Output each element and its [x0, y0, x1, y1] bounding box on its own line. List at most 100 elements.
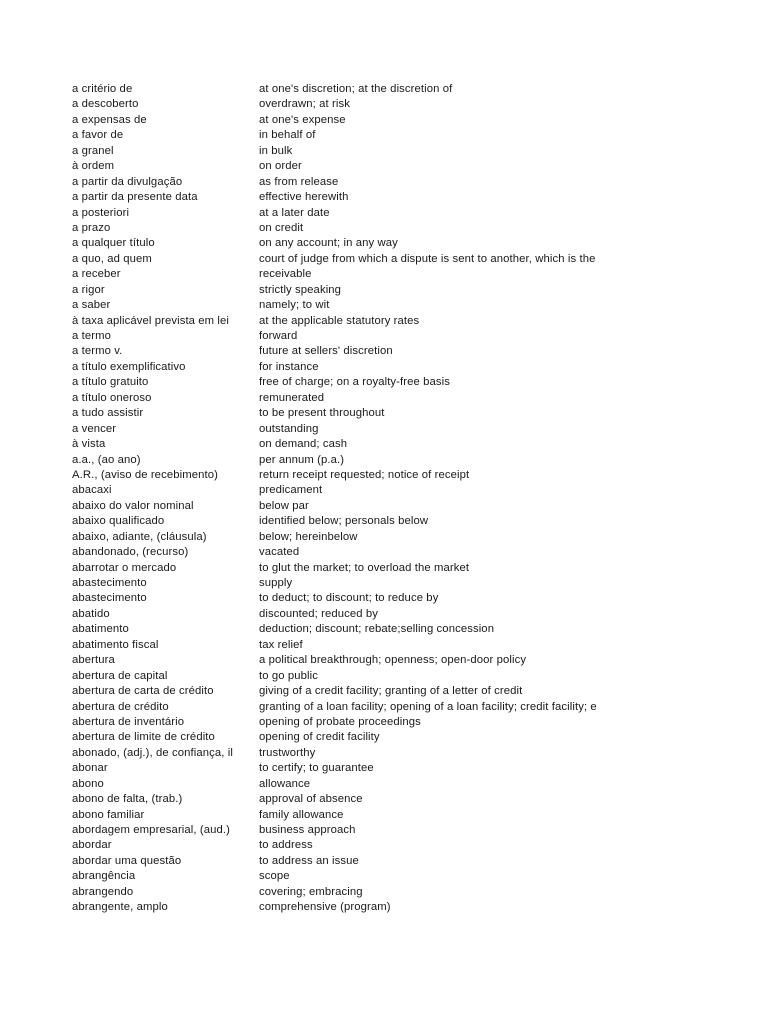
- glossary-entry: abastecimento to deduct; to discount; to …: [72, 591, 638, 606]
- glossary-entry: abordar to address: [72, 838, 638, 853]
- glossary-definition: trustworthy: [259, 746, 316, 759]
- glossary-entry: abastecimento supply: [72, 576, 638, 591]
- glossary-entry: abrangente, amplo comprehensive (program): [72, 900, 638, 915]
- glossary-definition: effective herewith: [259, 191, 349, 204]
- glossary-definition: at one's expense: [259, 113, 346, 126]
- glossary-definition: tax relief: [259, 638, 303, 651]
- glossary-term: a partir da presente data: [72, 191, 198, 204]
- glossary-term: abonar: [72, 762, 108, 775]
- glossary-definition: free of charge; on a royalty-free basis: [259, 376, 451, 389]
- glossary-definition: namely; to wit: [259, 299, 330, 312]
- glossary-term: abandonado, (recurso): [72, 546, 189, 559]
- glossary-entry: a qualquer título on any account; in any …: [72, 236, 638, 251]
- glossary-term: abertura de limite de crédito: [72, 731, 215, 744]
- glossary-definition: discounted; reduced by: [259, 607, 379, 620]
- glossary-definition: below; hereinbelow: [259, 530, 358, 543]
- glossary-entry: a tudo assistir to be present throughout: [72, 406, 638, 421]
- glossary-definition: granting of a loan facility; opening of …: [259, 700, 597, 713]
- glossary-term: abastecimento: [72, 592, 147, 605]
- glossary-term: a qualquer título: [72, 237, 155, 250]
- glossary-definition: per annum (p.a.): [259, 453, 345, 466]
- glossary-entry: abertura a political breakthrough; openne…: [72, 653, 638, 668]
- glossary-definition: vacated: [259, 546, 300, 559]
- glossary-definition: opening of credit facility: [259, 731, 380, 744]
- glossary-term: a termo v.: [72, 345, 123, 358]
- glossary-definition: at one's discretion; at the discretion o…: [259, 83, 453, 95]
- glossary-term: abordagem empresarial, (aud.): [72, 824, 230, 836]
- glossary-entry: abarrotar o mercado to glut the market; t…: [72, 561, 638, 576]
- glossary-term: abertura: [72, 654, 115, 667]
- glossary-definition: on credit: [259, 221, 304, 234]
- glossary-entry: abordagem empresarial, (aud.) business ap…: [72, 823, 638, 838]
- glossary-definition: business approach: [259, 824, 356, 836]
- glossary-term: a posteriori: [72, 206, 130, 219]
- glossary-term: abono familiar: [72, 808, 145, 821]
- glossary-entry: abertura de capital to go public: [72, 669, 638, 684]
- glossary-entry: abrangendo covering; embracing: [72, 885, 638, 900]
- glossary-definition: to go public: [259, 669, 318, 682]
- glossary-term: a tudo assistir: [72, 407, 144, 420]
- glossary-entry: abacaxi predicament: [72, 483, 638, 498]
- glossary-entry-list: a critério de at one's discretion; at the…: [72, 82, 638, 916]
- glossary-entry: abertura de limite de crédito opening of …: [72, 730, 638, 745]
- glossary-entry: abrangência scope: [72, 869, 638, 884]
- glossary-term: à taxa aplicável prevista em lei: [72, 314, 230, 327]
- glossary-definition: below par: [259, 499, 309, 512]
- glossary-term: abaixo qualificado: [72, 515, 165, 528]
- glossary-definition: to glut the market; to overload the mark…: [259, 561, 470, 574]
- glossary-term: abarrotar o mercado: [72, 561, 177, 574]
- glossary-term: abonado, (adj.), de confiança, il: [72, 746, 233, 759]
- glossary-term: abertura de inventário: [72, 715, 185, 728]
- glossary-entry: abonar to certify; to guarantee: [72, 761, 638, 776]
- glossary-term: abrangência: [72, 870, 136, 883]
- glossary-entry: a descoberto overdrawn; at risk: [72, 97, 638, 112]
- glossary-definition: receivable: [259, 268, 312, 281]
- glossary-term: a título exemplificativo: [72, 360, 186, 373]
- glossary-term: a título gratuito: [72, 376, 149, 389]
- glossary-term: a favor de: [72, 129, 124, 142]
- glossary-term: à vista: [72, 438, 106, 451]
- glossary-definition: to address: [259, 839, 313, 852]
- glossary-term: a prazo: [72, 221, 111, 234]
- glossary-entry: a título oneroso remunerated: [72, 391, 638, 406]
- glossary-entry: a título gratuito free of charge; on a ro…: [72, 375, 638, 390]
- glossary-entry: abatido discounted; reduced by: [72, 607, 638, 622]
- glossary-entry: abaixo qualificado identified below; pers…: [72, 514, 638, 529]
- glossary-definition: for instance: [259, 360, 319, 373]
- glossary-term: abastecimento: [72, 577, 147, 589]
- glossary-term: a saber: [72, 299, 111, 312]
- glossary-term: abrangente, amplo: [72, 901, 168, 914]
- glossary-definition: predicament: [259, 484, 323, 497]
- glossary-entry: abono de falta, (trab.) approval of absen…: [72, 792, 638, 807]
- glossary-term: abono de falta, (trab.): [72, 793, 183, 806]
- glossary-definition: covering; embracing: [259, 885, 363, 898]
- glossary-entry: abaixo do valor nominal below par: [72, 499, 638, 514]
- glossary-definition: in bulk: [259, 144, 293, 157]
- glossary-term: abordar: [72, 839, 112, 852]
- glossary-definition: strictly speaking: [259, 283, 342, 296]
- glossary-entry: abandonado, (recurso) vacated: [72, 545, 638, 560]
- glossary-definition: allowance: [259, 777, 311, 790]
- glossary-entry: a granel in bulk: [72, 144, 638, 159]
- glossary-entry: abonado, (adj.), de confiança, il trustwo…: [72, 746, 638, 761]
- glossary-term: a vencer: [72, 422, 117, 435]
- glossary-entry: abaixo, adiante, (cláusula) below; herein…: [72, 530, 638, 545]
- glossary-entry: a receber receivable: [72, 267, 638, 282]
- glossary-term: a expensas de: [72, 113, 147, 126]
- glossary-entry: a critério de at one's discretion; at the…: [72, 82, 638, 97]
- glossary-definition: remunerated: [259, 391, 325, 404]
- glossary-term: abono: [72, 777, 104, 790]
- glossary-definition: on order: [259, 160, 302, 173]
- document-page: a critério de at one's discretion; at the…: [0, 0, 768, 1024]
- glossary-definition: supply: [259, 577, 293, 589]
- glossary-entry: à vista on demand; cash: [72, 437, 638, 452]
- glossary-entry: a título exemplificativo for instance: [72, 360, 638, 375]
- glossary-definition: scope: [259, 870, 290, 883]
- glossary-definition: family allowance: [259, 808, 344, 821]
- glossary-definition: on any account; in any way: [259, 237, 398, 250]
- glossary-term: a título oneroso: [72, 391, 152, 404]
- glossary-definition: deduction; discount; rebate;selling conc…: [259, 623, 495, 636]
- glossary-entry: à taxa aplicável prevista em lei at the a…: [72, 314, 638, 329]
- glossary-definition: as from release: [259, 175, 339, 188]
- glossary-term: a granel: [72, 144, 114, 157]
